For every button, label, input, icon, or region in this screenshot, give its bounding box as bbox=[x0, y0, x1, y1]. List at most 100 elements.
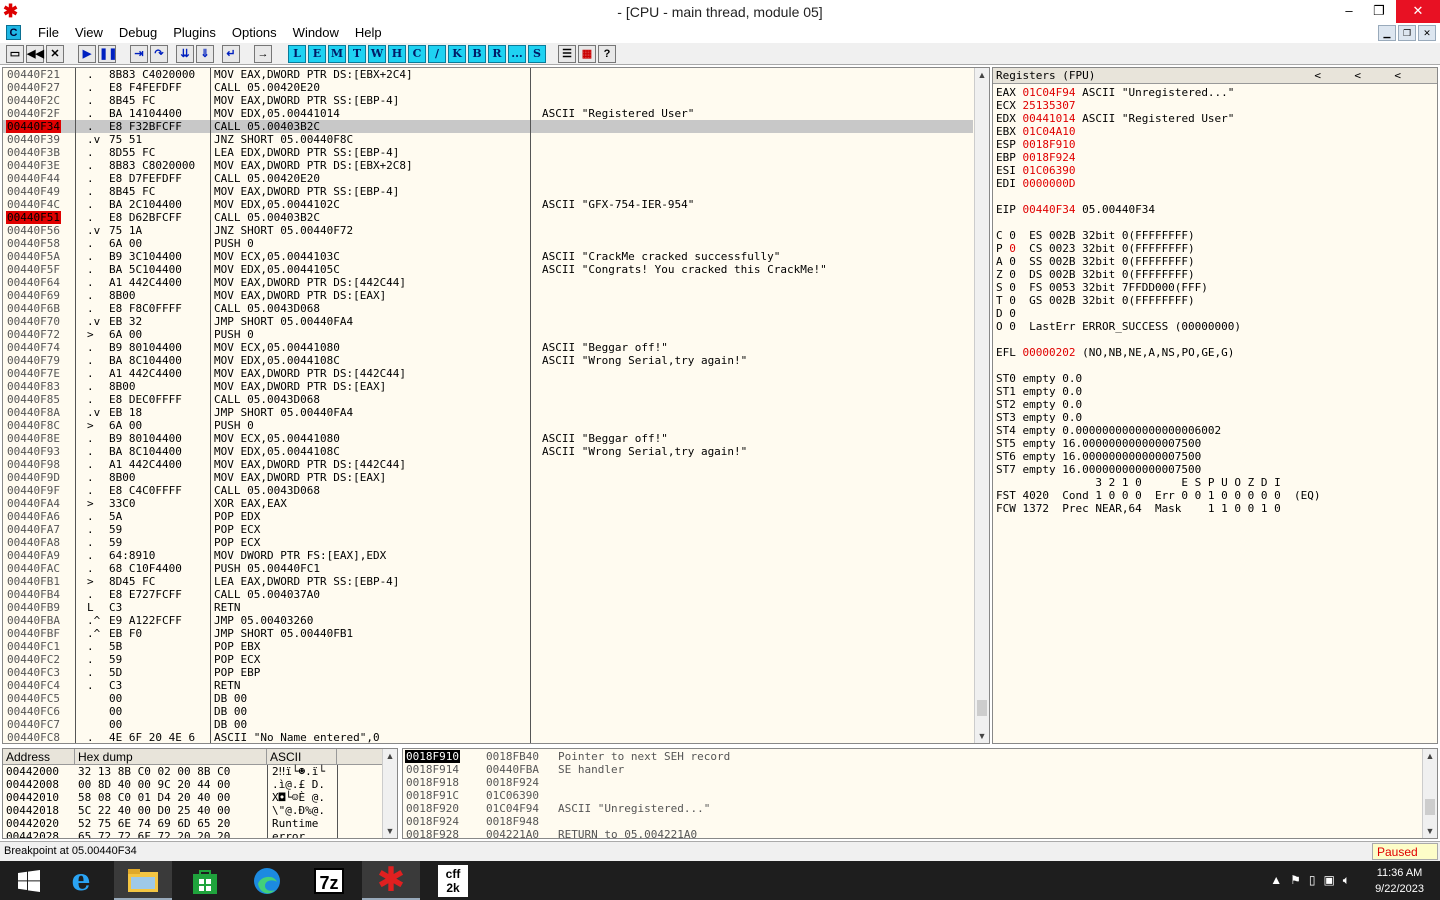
register-line[interactable]: EAX 01C04F94 ASCII "Unregistered..." bbox=[996, 86, 1437, 99]
register-line[interactable]: ST1 empty 0.0 bbox=[996, 385, 1437, 398]
disasm-address[interactable]: 00440FBA bbox=[6, 614, 61, 627]
scroll-up-icon[interactable]: ▲ bbox=[975, 68, 989, 82]
disasm-row[interactable]: 00440F9F. E8 C4C0FFFF CALL 05.0043D068 bbox=[3, 484, 973, 497]
disasm-row[interactable]: 00440F56 .v 75 1A JNZ SHORT 05.00440F72 bbox=[3, 224, 973, 237]
register-line[interactable]: EBX 01C04A10 bbox=[996, 125, 1437, 138]
disasm-row[interactable]: 00440FC8. 4E 6F 20 4E 6 ASCII "No Name ent… bbox=[3, 731, 973, 743]
register-line[interactable]: D 0 bbox=[996, 307, 1437, 320]
step-into-icon[interactable]: ⇥ bbox=[130, 45, 148, 63]
chevron-left-icon[interactable]: < bbox=[1354, 68, 1361, 84]
disasm-row[interactable]: 00440FA7. 59 POP ECX bbox=[3, 523, 973, 536]
disasm-address[interactable]: 00440FBF bbox=[6, 627, 61, 640]
chevron-up-icon[interactable]: ▲ bbox=[1270, 873, 1282, 888]
pause-icon[interactable]: ❚❚ bbox=[98, 45, 117, 63]
disasm-row[interactable]: 00440F7E. A1 442C4400 MOV EAX,DWORD PTR DS… bbox=[3, 367, 973, 380]
disasm-row[interactable]: 00440F2F. BA 14104400 MOV EDX,05.00441014 A… bbox=[3, 107, 973, 120]
register-line[interactable]: EDI 0000000D bbox=[996, 177, 1437, 190]
stack-address[interactable]: 0018F914 bbox=[405, 763, 460, 776]
disasm-row[interactable]: 00440FBA .^ E9 A122FCFF JMP 05.00403260 bbox=[3, 614, 973, 627]
mdi-restore-button[interactable]: ❐ bbox=[1398, 25, 1416, 41]
disasm-address[interactable]: 00440F4C bbox=[6, 198, 61, 211]
disasm-address[interactable]: 00440F9D bbox=[6, 471, 61, 484]
disasm-row[interactable]: 00440FC5 00 DB 00 bbox=[3, 692, 973, 705]
disasm-row[interactable]: 00440F5A. B9 3C104400 MOV ECX,05.0044103C A… bbox=[3, 250, 973, 263]
taskbar-edge[interactable] bbox=[238, 861, 296, 900]
execute-till-return-icon[interactable]: ↵ bbox=[222, 45, 240, 63]
toolbar-window-slash-button[interactable]: / bbox=[428, 45, 446, 63]
scroll-down-icon[interactable]: ▼ bbox=[1423, 824, 1437, 838]
register-line[interactable]: FCW 1372 Prec NEAR,64 Mask 1 1 0 0 1 0 bbox=[996, 502, 1437, 515]
disasm-address[interactable]: 00440F51 bbox=[6, 211, 61, 224]
taskbar-7zip[interactable]: 7z bbox=[300, 861, 358, 900]
disasm-row[interactable]: 00440FAC. 68 C10F4400 PUSH 05.00440FC1 bbox=[3, 562, 973, 575]
disasm-row[interactable]: 00440FC2. 59 POP ECX bbox=[3, 653, 973, 666]
disasm-address[interactable]: 00440F8C bbox=[6, 419, 61, 432]
stack-address[interactable]: 0018F910 bbox=[405, 750, 460, 763]
scroll-down-icon[interactable]: ▼ bbox=[383, 824, 397, 838]
address-column-header[interactable]: Address bbox=[3, 749, 75, 764]
register-line[interactable]: S 0 FS 0053 32bit 7FFDD000(FFF) bbox=[996, 281, 1437, 294]
stack-address[interactable]: 0018F91C bbox=[405, 789, 460, 802]
register-line[interactable]: EIP 00440F34 05.00440F34 bbox=[996, 203, 1437, 216]
dump-row[interactable]: 00442018 5C 22 40 00 D0 25 40 00 \"@.Ð%@. bbox=[6, 804, 397, 817]
disasm-address[interactable]: 00440F64 bbox=[6, 276, 61, 289]
disasm-row[interactable]: 00440F79. BA 8C104400 MOV EDX,05.0044108C A… bbox=[3, 354, 973, 367]
disasm-address[interactable]: 00440F69 bbox=[6, 289, 61, 302]
stack-address[interactable]: 0018F920 bbox=[405, 802, 460, 815]
toolbar-window-dots-button[interactable]: ... bbox=[508, 45, 526, 63]
memory-dump-pane[interactable]: Address Hex dump ASCII 00442000 32 13 8B … bbox=[2, 748, 398, 839]
clock[interactable]: 11:36 AM 9/22/2023 bbox=[1375, 865, 1424, 897]
disasm-row[interactable]: 00440FB4. E8 E727FCFF CALL 05.004037A0 bbox=[3, 588, 973, 601]
dump-address[interactable]: 00442010 bbox=[6, 791, 59, 804]
toolbar-window-S-button[interactable]: S bbox=[528, 45, 546, 63]
ascii-column-header[interactable]: ASCII bbox=[267, 749, 337, 764]
tablet-icon[interactable]: ▯ bbox=[1309, 873, 1316, 888]
flag-icon[interactable]: ⚑ bbox=[1290, 873, 1301, 888]
register-line[interactable]: T 0 GS 002B 32bit 0(FFFFFFFF) bbox=[996, 294, 1437, 307]
scroll-thumb[interactable] bbox=[977, 700, 987, 716]
toolbar-window-M-button[interactable]: M bbox=[328, 45, 346, 63]
stack-row[interactable]: 0018F924 0018F948 bbox=[403, 815, 1437, 828]
disasm-address[interactable]: 00440FC3 bbox=[6, 666, 61, 679]
scroll-up-icon[interactable]: ▲ bbox=[383, 749, 397, 763]
menu-plugins[interactable]: Plugins bbox=[165, 25, 224, 40]
disasm-address[interactable]: 00440F9F bbox=[6, 484, 61, 497]
toolbar-window-T-button[interactable]: T bbox=[348, 45, 366, 63]
disasm-address[interactable]: 00440F34 bbox=[6, 120, 61, 133]
step-over-icon[interactable]: ↷ bbox=[150, 45, 168, 63]
restore-button[interactable]: ❐ bbox=[1364, 0, 1394, 23]
disasm-address[interactable]: 00440F5F bbox=[6, 263, 61, 276]
disasm-address[interactable]: 00440FC1 bbox=[6, 640, 61, 653]
disasm-address[interactable]: 00440FC8 bbox=[6, 731, 61, 743]
disasm-row[interactable]: 00440F27. E8 F4FEFDFF CALL 05.00420E20 bbox=[3, 81, 973, 94]
disasm-row[interactable]: 00440FA9. 64:8910 MOV DWORD PTR FS:[EAX],E… bbox=[3, 549, 973, 562]
stack-address[interactable]: 0018F928 bbox=[405, 828, 460, 838]
register-line[interactable] bbox=[996, 359, 1437, 372]
trace-over-icon[interactable]: ⇓ bbox=[196, 45, 214, 63]
trace-into-icon[interactable]: ⇊ bbox=[176, 45, 194, 63]
dump-scrollbar[interactable]: ▲ ▼ bbox=[382, 749, 397, 838]
disasm-address[interactable]: 00440F74 bbox=[6, 341, 61, 354]
register-line[interactable] bbox=[996, 216, 1437, 229]
register-line[interactable] bbox=[996, 190, 1437, 203]
disasm-address[interactable]: 00440FC6 bbox=[6, 705, 61, 718]
toolbar-window-L-button[interactable]: L bbox=[288, 45, 306, 63]
scroll-down-icon[interactable]: ▼ bbox=[975, 729, 989, 743]
minimize-button[interactable]: – bbox=[1334, 0, 1364, 23]
hexdump-column-header[interactable]: Hex dump bbox=[75, 749, 267, 764]
dump-address[interactable]: 00442000 bbox=[6, 765, 59, 778]
register-line[interactable]: ST4 empty 0.0000000000000000006002 bbox=[996, 424, 1437, 437]
disasm-address[interactable]: 00440FA9 bbox=[6, 549, 61, 562]
disasm-row[interactable]: 00440F21. 8B83 C4020000 MOV EAX,DWORD PTR … bbox=[3, 68, 973, 81]
menu-view[interactable]: View bbox=[67, 25, 111, 40]
register-line[interactable]: FST 4020 Cond 1 0 0 0 Err 0 0 1 0 0 0 0 … bbox=[996, 489, 1437, 502]
disasm-row[interactable]: 00440F69. 8B00 MOV EAX,DWORD PTR DS:[EAX] bbox=[3, 289, 973, 302]
register-line[interactable]: ST0 empty 0.0 bbox=[996, 372, 1437, 385]
disasm-address[interactable]: 00440F21 bbox=[6, 68, 61, 81]
taskbar-store[interactable] bbox=[176, 861, 234, 900]
disasm-address[interactable]: 00440F70 bbox=[6, 315, 61, 328]
register-line[interactable]: ST7 empty 16.000000000000007500 bbox=[996, 463, 1437, 476]
goto-icon[interactable]: → bbox=[254, 45, 272, 63]
register-line[interactable]: ST3 empty 0.0 bbox=[996, 411, 1437, 424]
disasm-address[interactable]: 00440F2C bbox=[6, 94, 61, 107]
